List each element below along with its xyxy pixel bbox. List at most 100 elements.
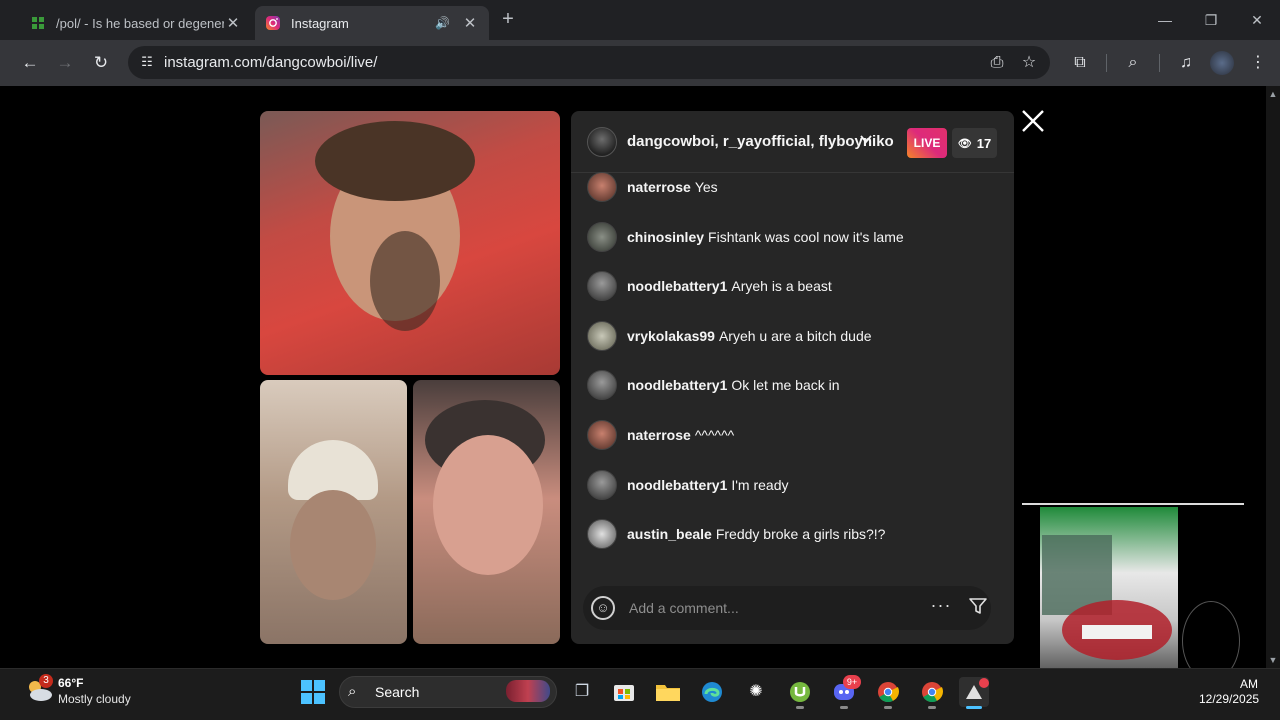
extensions-icon[interactable]: ⧉ <box>1068 51 1092 75</box>
chrome-profile-icon[interactable] <box>917 677 947 707</box>
viewer-count: 17 <box>976 135 992 151</box>
host-avatar[interactable] <box>587 127 617 157</box>
eye-icon: 👁 <box>957 137 972 150</box>
windows-start-icon[interactable] <box>300 679 326 705</box>
site-info-icon[interactable]: ☷ <box>137 52 157 72</box>
url-text[interactable]: instagram.com/dangcowboi/live/ <box>164 54 377 71</box>
discord-badge: 9+ <box>843 675 861 689</box>
toolbar-divider <box>1106 54 1107 72</box>
more-options-icon[interactable]: ··· <box>929 595 953 619</box>
chatgpt-icon[interactable]: ✺ <box>741 677 771 707</box>
running-indicator <box>796 706 804 709</box>
comment-username[interactable]: noodlebattery1 <box>627 377 727 393</box>
comment-item: noodlebattery1 Ok let me back in <box>587 369 997 401</box>
store-icon[interactable] <box>609 677 639 707</box>
install-app-icon[interactable]: ⎙ <box>985 51 1009 75</box>
weather-description[interactable]: Mostly cloudy <box>58 692 131 706</box>
comment-text: Ok let me back in <box>731 377 840 393</box>
back-arrow-icon[interactable]: ← <box>18 51 42 75</box>
profile-avatar[interactable] <box>1210 51 1234 75</box>
comment-item: naterrose Yes <box>587 171 997 203</box>
minimize-icon[interactable]: — <box>1153 8 1177 32</box>
toolbar-divider <box>1159 54 1160 72</box>
comment-text: Aryeh u are a bitch dude <box>718 328 872 344</box>
close-tab-icon[interactable]: ✕ <box>461 14 479 32</box>
overlay-artwork <box>1022 503 1244 693</box>
user-avatar[interactable] <box>587 222 617 252</box>
close-live-icon[interactable] <box>1020 108 1046 134</box>
viewer-count-badge[interactable]: 👁 17 <box>952 128 997 158</box>
comment-item: austin_beale Freddy broke a girls ribs?!… <box>587 518 997 550</box>
participants-names[interactable]: dangcowboi, r_yayofficial, flyboyniko <box>627 133 894 150</box>
restore-icon[interactable]: ❐ <box>1199 8 1223 32</box>
media-control-icon[interactable]: ♫ <box>1174 51 1198 75</box>
comment-username[interactable]: austin_beale <box>627 526 712 542</box>
chevron-down-icon[interactable] <box>859 132 873 149</box>
video-main-stream[interactable] <box>260 111 560 375</box>
new-tab-icon[interactable]: + <box>497 8 519 30</box>
4chan-icon <box>30 15 46 31</box>
active-indicator <box>966 706 982 709</box>
comment-username[interactable]: naterrose <box>627 427 691 443</box>
comment-text: I'm ready <box>731 477 789 493</box>
task-view-icon[interactable]: ❐ <box>567 677 597 707</box>
user-avatar[interactable] <box>587 370 617 400</box>
comment-username[interactable]: naterrose <box>627 179 691 195</box>
comment-username[interactable]: vrykolakas99 <box>627 328 715 344</box>
menu-kebab-icon[interactable]: ⋮ <box>1246 51 1270 75</box>
tab-pol[interactable]: /pol/ - Is he based or degenerat ✕ <box>20 6 252 40</box>
comment-item: noodlebattery1 Aryeh is a beast <box>587 270 997 302</box>
user-avatar[interactable] <box>587 172 617 202</box>
user-avatar[interactable] <box>587 271 617 301</box>
forward-arrow-icon[interactable]: → <box>53 51 77 75</box>
tab-title: /pol/ - Is he based or degenerat <box>56 15 224 31</box>
video-guest-left[interactable] <box>260 380 407 644</box>
comment-text: Freddy broke a girls ribs?!? <box>715 526 886 542</box>
weather-badge: 3 <box>39 674 53 688</box>
running-indicator <box>928 706 936 709</box>
user-avatar[interactable] <box>587 321 617 351</box>
close-tab-icon[interactable]: ✕ <box>224 14 242 32</box>
windows-taskbar <box>0 668 1280 720</box>
notification-dot <box>979 678 989 688</box>
chrome-icon[interactable] <box>873 677 903 707</box>
live-badge: LIVE <box>907 128 947 158</box>
user-avatar[interactable] <box>587 519 617 549</box>
comment-username[interactable]: noodlebattery1 <box>627 278 727 294</box>
comment-item: noodlebattery1 I'm ready <box>587 469 997 501</box>
comment-text: Aryeh is a beast <box>731 278 832 294</box>
comment-username[interactable]: noodlebattery1 <box>627 477 727 493</box>
bookmark-star-icon[interactable]: ☆ <box>1017 51 1041 75</box>
scroll-up-icon[interactable]: ▲ <box>1268 89 1278 99</box>
comment-text: ^^^^^^ <box>694 427 735 443</box>
search-label: Search <box>375 684 420 700</box>
window-close-icon[interactable]: ✕ <box>1245 8 1269 32</box>
reload-icon[interactable]: ↻ <box>89 51 113 75</box>
utorrent-icon[interactable] <box>785 677 815 707</box>
clock-time[interactable]: AM <box>1240 677 1258 691</box>
scrollbar[interactable] <box>1266 86 1280 668</box>
comment-item: vrykolakas99 Aryeh u are a bitch dude <box>587 320 997 352</box>
video-guest-right[interactable] <box>413 380 560 644</box>
emoji-icon[interactable]: ☺ <box>591 596 615 620</box>
tab-instagram[interactable]: Instagram 🔊 ✕ <box>255 6 489 40</box>
comment-username[interactable]: chinosinley <box>627 229 704 245</box>
comment-input[interactable] <box>629 594 919 622</box>
tab-search-icon[interactable]: ⌕ <box>1121 51 1145 75</box>
search-icon: ⌕ <box>348 683 357 700</box>
weather-temperature[interactable]: 66°F <box>58 676 83 690</box>
search-highlight-icon <box>506 680 550 702</box>
user-avatar[interactable] <box>587 420 617 450</box>
comment-text: Yes <box>694 179 718 195</box>
tab-title: Instagram <box>291 15 349 31</box>
clock-date[interactable]: 12/29/2025 <box>1199 692 1259 706</box>
send-icon[interactable] <box>967 595 991 619</box>
scroll-down-icon[interactable]: ▼ <box>1268 655 1278 665</box>
user-avatar[interactable] <box>587 470 617 500</box>
file-explorer-icon[interactable] <box>653 677 683 707</box>
edge-browser-icon[interactable] <box>697 677 727 707</box>
speaker-icon[interactable]: 🔊 <box>435 16 453 30</box>
comment-item: chinosinley Fishtank was cool now it's l… <box>587 221 997 253</box>
running-indicator <box>840 706 848 709</box>
running-indicator <box>884 706 892 709</box>
